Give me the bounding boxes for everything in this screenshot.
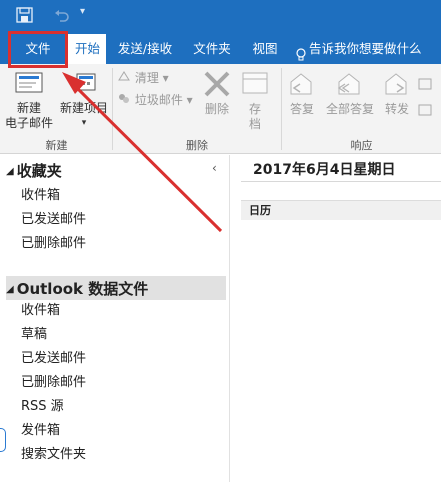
forward-label: 转发	[384, 102, 409, 116]
reply-all-label: 全部答复	[325, 102, 374, 116]
junk-label: 垃圾邮件	[134, 93, 183, 107]
reply-button[interactable]: 答复	[285, 70, 319, 117]
tab-file[interactable]: 文件	[8, 34, 68, 64]
folder-item[interactable]: 已删除邮件	[21, 235, 86, 253]
meeting-icon	[418, 78, 432, 90]
new-items-button[interactable]: 新建项目 ▾	[56, 70, 112, 131]
cleanup-label: 清理	[134, 71, 159, 85]
favorites-header[interactable]: ◢ 收藏夹	[6, 160, 62, 181]
forward-button[interactable]: 转发	[380, 70, 414, 117]
date-title: 2017年6月4日星期日	[253, 162, 396, 178]
undo-icon[interactable]	[54, 8, 70, 22]
new-email-label-1: 新建	[16, 101, 41, 115]
divider	[241, 181, 441, 182]
archive-icon	[242, 72, 268, 94]
archive-button[interactable]: 存 档	[238, 70, 272, 132]
reply-all-icon	[337, 73, 360, 95]
folder-item[interactable]: 搜索文件夹	[21, 446, 86, 464]
save-icon[interactable]	[16, 7, 34, 24]
calendar-label: 日历	[249, 204, 271, 217]
folder-item[interactable]: 发件箱	[21, 422, 60, 440]
title-bar: ▾	[0, 0, 441, 34]
junk-icon	[117, 93, 135, 107]
folder-item[interactable]: 草稿	[21, 326, 47, 344]
meeting-button[interactable]	[418, 78, 432, 93]
folder-item[interactable]: 已发送邮件	[21, 350, 86, 368]
group-label-new: 新建	[45, 139, 68, 152]
collapse-triangle-icon: ◢	[6, 284, 14, 295]
group-label-respond: 响应	[350, 139, 373, 152]
delete-label: 删除	[204, 102, 229, 116]
more-respond-button[interactable]	[418, 104, 432, 119]
tab-view[interactable]: 视图	[248, 34, 282, 64]
favorites-header-label: 收藏夹	[16, 162, 62, 180]
tab-folder[interactable]: 文件夹	[189, 34, 235, 64]
ribbon-tabs: 文件 开始 发送/接收 文件夹 视图 告诉我你想要做什么	[0, 34, 441, 64]
tell-me-search[interactable]: 告诉我你想要做什么	[296, 34, 438, 64]
collapse-triangle-icon: ◢	[6, 166, 14, 177]
new-email-label-2: 电子邮件	[4, 116, 53, 130]
data-file-header[interactable]: ◢ Outlook 数据文件	[6, 278, 148, 299]
folder-item[interactable]: 收件箱	[21, 302, 60, 320]
cleanup-button[interactable]: 清理 ▾	[117, 70, 169, 85]
calendar-peek: 2017年6月4日星期日 日历	[231, 155, 441, 482]
calendar-header-bar	[241, 200, 441, 220]
new-email-button[interactable]: 新建 电子邮件	[4, 70, 54, 131]
side-expand-tab[interactable]	[0, 428, 6, 452]
folder-item[interactable]: 已发送邮件	[21, 211, 86, 229]
data-file-header-label: Outlook 数据文件	[16, 280, 149, 298]
more-respond-icon	[418, 104, 432, 116]
reply-all-button[interactable]: 全部答复	[322, 70, 378, 117]
folder-pane: ◢ 收藏夹 ‹ 收件箱 已发送邮件 已删除邮件 ◢ Outlook 数据文件 收件箱…	[0, 155, 230, 482]
forward-icon	[385, 73, 407, 95]
tab-home[interactable]: 开始	[68, 34, 106, 64]
reply-icon	[290, 73, 312, 95]
tab-send-receive[interactable]: 发送/接收	[114, 34, 176, 64]
ribbon-home: 新建 电子邮件 新建项目 ▾ 新建 清理 ▾ 垃圾邮件 ▾ 删除 存 档 删除 …	[0, 64, 441, 154]
folder-item[interactable]: RSS 源	[21, 398, 64, 416]
new-items-label: 新建项目	[59, 101, 108, 115]
junk-button[interactable]: 垃圾邮件 ▾	[117, 92, 193, 107]
customize-quick-access-button[interactable]: ▾	[80, 6, 92, 20]
folder-item[interactable]: 收件箱	[21, 187, 60, 205]
new-items-icon	[76, 73, 96, 91]
delete-button[interactable]: 删除	[199, 70, 235, 117]
archive-label-1: 存	[248, 102, 261, 116]
delete-icon	[204, 71, 230, 97]
collapse-pane-button[interactable]: ‹	[212, 161, 217, 175]
group-label-delete: 删除	[186, 139, 208, 152]
folder-item[interactable]: 已删除邮件	[21, 374, 86, 392]
tell-me-label: 告诉我你想要做什么	[309, 41, 422, 56]
new-items-caret: ▾	[81, 118, 87, 128]
archive-label-2: 档	[248, 117, 261, 131]
cleanup-icon	[117, 71, 135, 85]
reply-label: 答复	[289, 102, 314, 116]
new-email-icon	[15, 72, 43, 93]
lightbulb-icon	[296, 43, 306, 60]
